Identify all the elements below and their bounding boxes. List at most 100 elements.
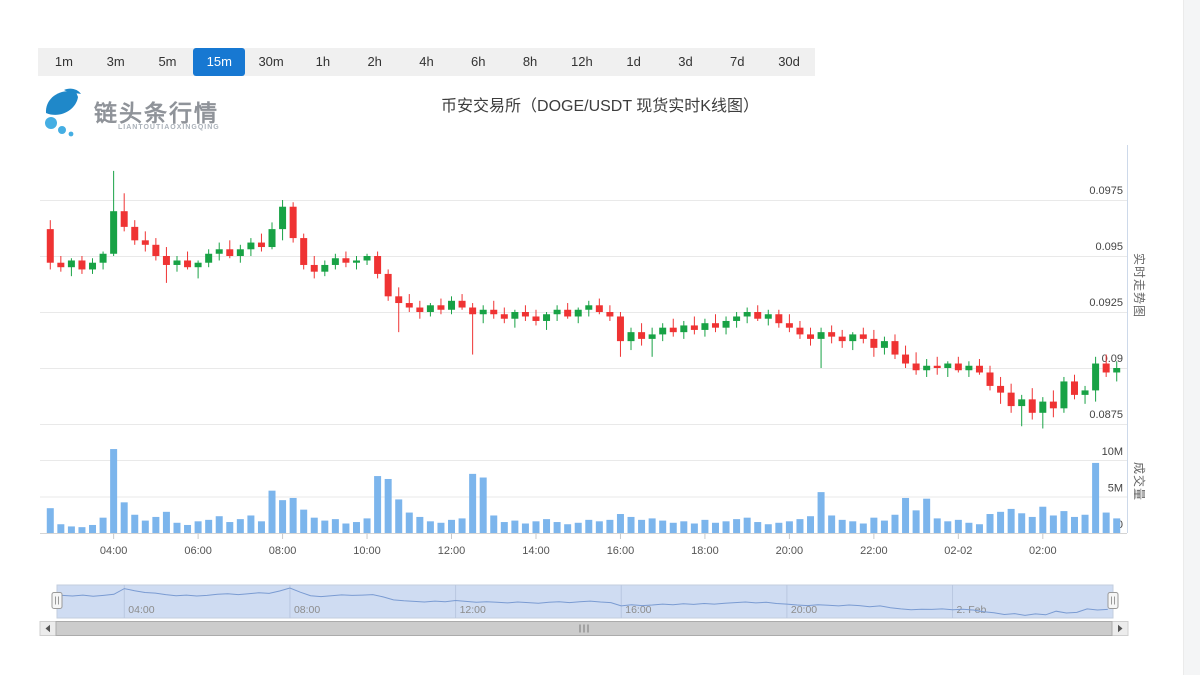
volume-bar (817, 492, 825, 533)
candle-down (891, 341, 899, 355)
candle-up (194, 262, 202, 268)
kline-chart-canvas[interactable]: 0.09750.0950.09250.090.087510M5M004:0006… (0, 0, 1200, 675)
candle-down (669, 327, 677, 333)
navigator-label: 08:00 (294, 604, 320, 616)
volume-bar (479, 477, 487, 533)
candle-down (595, 305, 603, 312)
candle-up (352, 260, 360, 263)
volume-bar (933, 518, 941, 533)
kline-page: 1m 3m 5m 15m 30m 1h 2h 4h 6h 8h 12h 1d 3d 7d 30d 链头条行情… (0, 0, 1200, 675)
volume-bar (638, 519, 646, 533)
candle-down (1049, 401, 1057, 409)
candle-down (564, 309, 572, 317)
volume-bar (680, 521, 688, 533)
x-axis-label: 10:00 (353, 545, 381, 557)
page-scrollbar-area[interactable] (1183, 0, 1200, 675)
volume-bar (849, 521, 857, 533)
volume-bar (775, 522, 783, 533)
candle-down (78, 260, 86, 270)
volume-bar (458, 518, 466, 533)
candle-down (184, 260, 192, 268)
volume-bar (205, 519, 213, 533)
candle-down (838, 336, 846, 342)
candle-down (532, 316, 540, 321)
volume-bar (141, 520, 149, 533)
candle-up (923, 365, 931, 371)
volume-axis-label: 5M (1108, 483, 1123, 495)
candle-down (342, 258, 350, 263)
candle-down (395, 296, 403, 304)
candle-down (490, 309, 498, 315)
volume-bar (1028, 516, 1036, 533)
volume-bar (690, 523, 698, 533)
x-axis-label: 02:00 (1029, 545, 1057, 557)
volume-bar (405, 512, 413, 533)
candle-down (690, 325, 698, 330)
candle-up (1018, 399, 1026, 407)
volume-bar (574, 522, 582, 533)
candle-down (954, 363, 962, 371)
candle-up (722, 320, 730, 328)
navigator-label: 12:00 (460, 604, 486, 616)
candle-down (289, 206, 297, 239)
candle-up (680, 325, 688, 333)
volume-bar (796, 519, 804, 533)
candle-down (711, 323, 719, 328)
candle-down (416, 307, 424, 312)
candle-up (659, 327, 667, 335)
volume-bar (722, 521, 730, 533)
candle-up (880, 341, 888, 348)
candle-down (1007, 392, 1015, 407)
volume-bar (352, 522, 360, 533)
candle-down (469, 307, 477, 315)
candle-down (807, 334, 815, 339)
volume-bar (46, 508, 54, 533)
x-axis-label: 08:00 (269, 545, 297, 557)
volume-bar (521, 523, 529, 533)
candle-up (817, 332, 825, 339)
candle-up (965, 365, 973, 371)
x-axis-label: 20:00 (776, 545, 804, 557)
x-axis-label: 22:00 (860, 545, 888, 557)
volume-bar (606, 519, 614, 533)
volume-bar (78, 527, 86, 533)
volume-bar (585, 519, 593, 533)
x-axis-label: 16:00 (607, 545, 635, 557)
volume-bar (120, 502, 128, 533)
volume-bar (923, 498, 931, 533)
candle-down (785, 323, 793, 328)
price-axis-label: 0.095 (1095, 241, 1123, 253)
volume-bar (807, 516, 815, 533)
volume-bar (331, 519, 339, 533)
candle-down (141, 240, 149, 245)
volume-bar (1007, 508, 1015, 533)
volume-bar (162, 511, 170, 533)
candle-up (99, 253, 107, 263)
volume-bar (912, 510, 920, 533)
navigator-handle-right[interactable] (1107, 592, 1119, 609)
candle-up (1092, 363, 1100, 391)
volume-bar (500, 522, 508, 533)
candle-down (374, 256, 382, 274)
candle-down (521, 312, 529, 317)
x-axis-label: 06:00 (184, 545, 212, 557)
volume-bar (257, 521, 265, 533)
x-axis-label: 18:00 (691, 545, 719, 557)
volume-bar (215, 516, 223, 533)
volume-bar (1039, 506, 1047, 533)
volume-bar (553, 522, 561, 533)
volume-bar (384, 478, 392, 533)
volume-bar (279, 500, 287, 533)
navigator-label: 04:00 (128, 604, 154, 616)
candle-up (479, 309, 487, 315)
candle-down (405, 303, 413, 308)
candle-down (902, 354, 910, 364)
volume-bar (152, 516, 160, 533)
navigator-handle-left[interactable] (51, 592, 63, 609)
volume-bar (965, 522, 973, 533)
price-axis-label: 0.0975 (1089, 185, 1123, 197)
candle-down (437, 305, 445, 310)
volume-bar (342, 523, 350, 533)
candle-down (57, 262, 65, 268)
volume-bar (1081, 514, 1089, 533)
